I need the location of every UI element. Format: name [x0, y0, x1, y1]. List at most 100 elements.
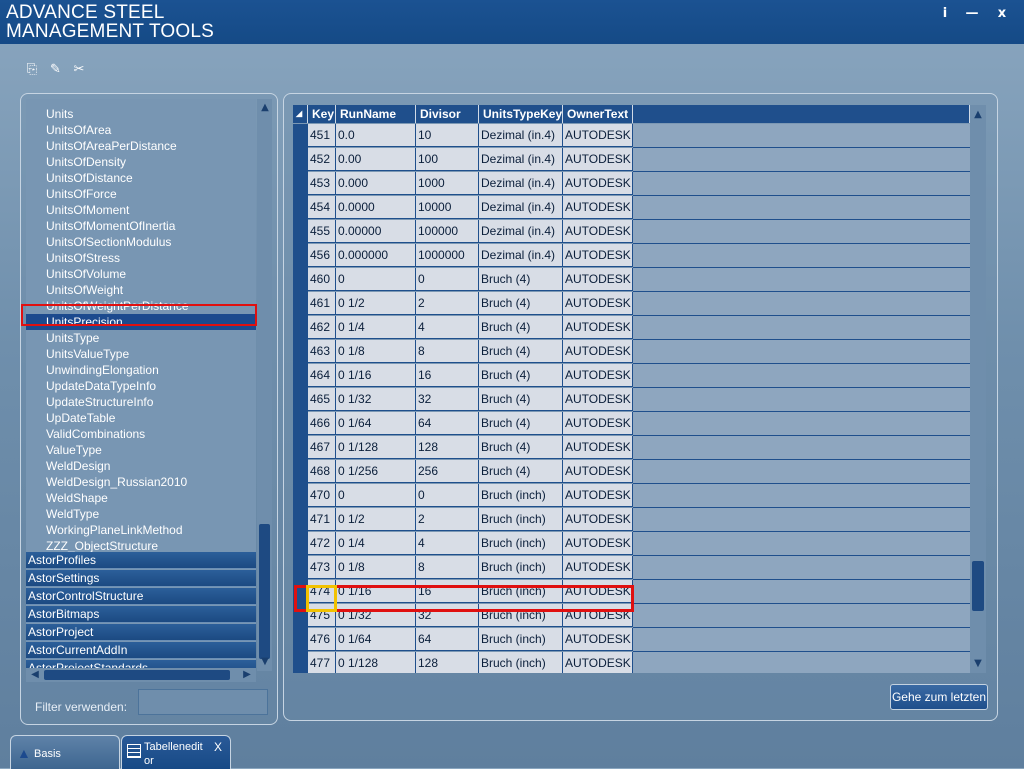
row-header[interactable]: [293, 316, 308, 341]
table-cell[interactable]: AUTODESK: [563, 196, 633, 219]
table-cell[interactable]: AUTODESK: [563, 220, 633, 243]
tree-item[interactable]: UnitsOfMomentOfInertia: [46, 218, 175, 234]
table-cell[interactable]: Dezimal (in.4): [479, 172, 563, 195]
table-cell[interactable]: 0 1/128: [336, 436, 416, 459]
table-cell[interactable]: Bruch (4): [479, 364, 563, 387]
tree-item[interactable]: WeldShape: [46, 490, 108, 506]
tree-group[interactable]: AstorSettings: [26, 570, 256, 587]
tree-item[interactable]: UnitsOfAreaPerDistance: [46, 138, 177, 154]
table-cell[interactable]: 128: [416, 652, 479, 673]
row-header[interactable]: [293, 436, 308, 461]
column-header[interactable]: UnitsTypeKey: [479, 105, 563, 123]
table-cell[interactable]: Bruch (inch): [479, 532, 563, 555]
table-cell[interactable]: AUTODESK: [563, 268, 633, 291]
table-cell[interactable]: Bruch (inch): [479, 628, 563, 651]
table-cell[interactable]: 1000: [416, 172, 479, 195]
table-row[interactable]: 473 0 1/8 8 Bruch (inch) AUTODESK: [293, 556, 970, 581]
table-cell[interactable]: AUTODESK: [563, 244, 633, 267]
tree-item[interactable]: UnitsValueType: [46, 346, 129, 362]
tree-item[interactable]: WeldDesign: [46, 458, 110, 474]
tree-item[interactable]: WeldDesign_Russian2010: [46, 474, 187, 490]
table-row[interactable]: 476 0 1/64 64 Bruch (inch) AUTODESK: [293, 628, 970, 653]
table-cell[interactable]: 0 1/8: [336, 556, 416, 579]
table-cell[interactable]: 1000000: [416, 244, 479, 267]
row-header[interactable]: [293, 388, 308, 413]
table-cell[interactable]: 0: [336, 484, 416, 507]
export-icon[interactable]: ⎘: [24, 62, 40, 78]
list-edit-icon[interactable]: ✎: [48, 62, 64, 78]
table-cell[interactable]: AUTODESK: [563, 364, 633, 387]
table-cell[interactable]: 4: [416, 316, 479, 339]
table-row[interactable]: 463 0 1/8 8 Bruch (4) AUTODESK: [293, 340, 970, 365]
table-cell[interactable]: Bruch (inch): [479, 484, 563, 507]
tree-horizontal-scrollbar[interactable]: ◀ ▶: [26, 668, 256, 682]
table-cell[interactable]: 0.000: [336, 172, 416, 195]
tab-close-button[interactable]: X: [214, 740, 222, 754]
row-header[interactable]: [293, 220, 308, 245]
table-cell[interactable]: 471: [308, 508, 336, 531]
table-cell[interactable]: 0 1/2: [336, 508, 416, 531]
table-cell[interactable]: 0 1/2: [336, 292, 416, 315]
table-cell[interactable]: 476: [308, 628, 336, 651]
table-cell[interactable]: 100: [416, 148, 479, 171]
table-cell[interactable]: 461: [308, 292, 336, 315]
table-cell[interactable]: 10: [416, 124, 479, 147]
table-cell[interactable]: AUTODESK: [563, 460, 633, 483]
tree-item[interactable]: UnitsOfDistance: [46, 170, 133, 186]
tree-item[interactable]: WorkingPlaneLinkMethod: [46, 522, 183, 538]
column-header[interactable]: Key: [308, 105, 336, 123]
table-cell[interactable]: 0 1/256: [336, 460, 416, 483]
table-cell[interactable]: 467: [308, 436, 336, 459]
row-header[interactable]: [293, 124, 308, 149]
tree-group[interactable]: AstorControlStructure: [26, 588, 256, 605]
tree-item[interactable]: UpDateTable: [46, 410, 115, 426]
table-row[interactable]: 467 0 1/128 128 Bruch (4) AUTODESK: [293, 436, 970, 461]
table-cell[interactable]: Bruch (4): [479, 340, 563, 363]
table-cell[interactable]: 10000: [416, 196, 479, 219]
table-row[interactable]: 465 0 1/32 32 Bruch (4) AUTODESK: [293, 388, 970, 413]
table-cell[interactable]: 466: [308, 412, 336, 435]
table-cell[interactable]: 0 1/8: [336, 340, 416, 363]
table-cell[interactable]: 4: [416, 532, 479, 555]
table-row[interactable]: 472 0 1/4 4 Bruch (inch) AUTODESK: [293, 532, 970, 557]
scroll-right-icon[interactable]: ▶: [240, 668, 254, 682]
tree-group[interactable]: AstorCurrentAddIn: [26, 642, 256, 659]
table-cell[interactable]: AUTODESK: [563, 484, 633, 507]
table-cell[interactable]: 2: [416, 292, 479, 315]
table-cell[interactable]: 453: [308, 172, 336, 195]
table-cell[interactable]: AUTODESK: [563, 508, 633, 531]
table-cell[interactable]: 64: [416, 628, 479, 651]
row-header[interactable]: [293, 292, 308, 317]
table-cell[interactable]: 472: [308, 532, 336, 555]
tree-group[interactable]: AstorProject: [26, 624, 256, 641]
tree-item[interactable]: UnitsOfDensity: [46, 154, 126, 170]
table-row[interactable]: 452 0.00 100 Dezimal (in.4) AUTODESK: [293, 148, 970, 173]
table-cell[interactable]: AUTODESK: [563, 124, 633, 147]
tree-item[interactable]: Units: [46, 106, 73, 122]
row-header[interactable]: [293, 628, 308, 653]
scroll-down-icon[interactable]: ▼: [258, 655, 272, 669]
filter-input[interactable]: [138, 689, 268, 715]
table-cell[interactable]: AUTODESK: [563, 172, 633, 195]
table-cell[interactable]: 256: [416, 460, 479, 483]
table-cell[interactable]: AUTODESK: [563, 148, 633, 171]
table-row[interactable]: 456 0.000000 1000000 Dezimal (in.4) AUTODESK: [293, 244, 970, 269]
tree-item[interactable]: UpdateStructureInfo: [46, 394, 153, 410]
table-cell[interactable]: 128: [416, 436, 479, 459]
table-cell[interactable]: 477: [308, 652, 336, 673]
table-cell[interactable]: 0 1/4: [336, 316, 416, 339]
close-button[interactable]: x: [994, 6, 1010, 21]
tree-item[interactable]: UnitsOfWeight: [46, 282, 123, 298]
tab-table-editor[interactable]: Tabellenedit or X: [121, 735, 231, 769]
table-cell[interactable]: 454: [308, 196, 336, 219]
table-cell[interactable]: 0: [416, 484, 479, 507]
scroll-thumb[interactable]: [259, 524, 270, 659]
table-row[interactable]: 477 0 1/128 128 Bruch (inch) AUTODESK: [293, 652, 970, 673]
table-cell[interactable]: 16: [416, 364, 479, 387]
table-cell[interactable]: 0 1/64: [336, 412, 416, 435]
table-cell[interactable]: 64: [416, 412, 479, 435]
tree-item[interactable]: UnitsType: [46, 330, 99, 346]
table-cell[interactable]: AUTODESK: [563, 316, 633, 339]
tree-group[interactable]: AstorProfiles: [26, 552, 256, 569]
table-cell[interactable]: 460: [308, 268, 336, 291]
